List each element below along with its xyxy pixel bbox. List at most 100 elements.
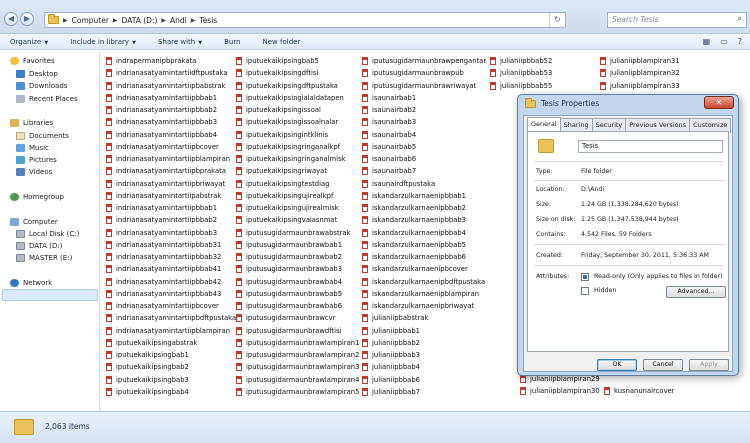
file-item[interactable]: julianiipbbab4 <box>362 361 486 373</box>
file-item[interactable]: iputuekaikipsingtestdiag <box>236 178 359 190</box>
file-item[interactable]: indrianasatyamintartiipbbab31 <box>106 239 236 251</box>
close-button[interactable]: ✕ <box>704 96 734 109</box>
nav-favorites[interactable]: Favorites <box>10 57 55 65</box>
file-item[interactable]: indrianasatyamintartiipabstrak <box>106 190 236 202</box>
file-item[interactable]: indrianasatyamintartiidftpustaka <box>106 67 236 79</box>
file-item[interactable]: indrianasatyamintartiipbriwayat <box>106 178 236 190</box>
file-item[interactable]: indrianasatyamintartiipbbab3 <box>106 227 236 239</box>
file-item[interactable]: iputusugidarmaunbrawlampiran4 <box>236 374 359 386</box>
file-item[interactable]: iputusugidarmaunbrawbab1 <box>236 239 359 251</box>
nav-documents[interactable]: Documents <box>16 132 69 140</box>
search-icon[interactable]: ⌕ <box>737 14 742 24</box>
readonly-checkbox[interactable] <box>581 273 589 281</box>
nav-music[interactable]: Music <box>16 144 49 152</box>
file-item[interactable]: isaunairbab5 <box>362 141 486 153</box>
nav-recent-places[interactable]: Recent Places <box>16 95 78 103</box>
file-item[interactable]: iputusugidarmaunbrawpub <box>362 67 486 79</box>
file-item[interactable]: indrianasatyamintartiipbprakata <box>106 165 236 177</box>
dialog-title-bar[interactable]: Tesis Properties <box>525 97 599 108</box>
nav-network[interactable]: Network <box>10 279 52 287</box>
file-item[interactable]: iputusugidarmaunbrawcvr <box>236 312 359 324</box>
apply-button[interactable]: Apply <box>689 359 729 371</box>
file-item[interactable]: isaunairbab2 <box>362 104 486 116</box>
file-item[interactable]: indrianasatyamintartiipbbab32 <box>106 251 236 263</box>
forward-button[interactable]: ▶ <box>20 12 34 26</box>
new-folder-button[interactable]: New folder <box>263 38 301 46</box>
file-item[interactable]: julianiipbbab3 <box>362 349 486 361</box>
file-item[interactable]: julianiipbabstrak <box>362 312 486 324</box>
file-item[interactable]: iputuekaikipsingbab1 <box>106 349 236 361</box>
file-item[interactable]: iputusugidarmaunbrawbab3 <box>236 263 359 275</box>
refresh-icon[interactable]: ↻ <box>549 13 565 27</box>
preview-pane-icon[interactable]: ▭ <box>720 37 728 46</box>
file-item[interactable]: iputuekaikipsingujirealkpf <box>236 190 359 202</box>
burn-button[interactable]: Burn <box>224 38 240 46</box>
share-with-button[interactable]: Share with ▼ <box>158 38 202 46</box>
file-item[interactable]: indrianasatyamintartiipbbab43 <box>106 288 236 300</box>
file-item[interactable]: julianiipblampiran30 <box>520 385 600 397</box>
file-item[interactable]: iskandarzulkarnaenipbriwayat <box>362 300 486 312</box>
nav-local-disk-c[interactable]: Local Disk (C:) <box>16 230 79 238</box>
file-item[interactable]: indrianasatyamintartiipbbab2 <box>106 104 236 116</box>
advanced-button[interactable]: Advanced... <box>666 286 726 298</box>
file-item[interactable]: iputuekaikipsingbab4 <box>106 386 236 398</box>
file-item[interactable]: indrapermanipbprakata <box>106 55 236 67</box>
breadcrumb-andi[interactable]: Andi <box>170 16 187 25</box>
file-item[interactable]: iputuekaikipsingriwayat <box>236 165 359 177</box>
file-item[interactable]: julianiipbbab1 <box>362 325 486 337</box>
file-item[interactable]: iputusugidarmaunbrawbab2 <box>236 251 359 263</box>
file-item[interactable]: iskandarzulkarnaenipbbab4 <box>362 227 486 239</box>
file-item[interactable]: iskandarzulkarnaenipbdftpustaka <box>362 276 486 288</box>
file-item[interactable]: iputuekaikipsingujirealmisk <box>236 202 359 214</box>
nav-master-drive-e[interactable]: MASTER (E:) <box>16 254 72 262</box>
file-item[interactable]: julianiipbbab7 <box>362 386 486 398</box>
file-item[interactable]: iputuekaikipsingissoalnalar <box>236 116 359 128</box>
file-item[interactable]: julianiipblampiran33 <box>600 80 680 92</box>
file-item[interactable]: indrianasatyamintartiipbbab1 <box>106 202 236 214</box>
help-icon[interactable]: ? <box>738 37 742 46</box>
nav-desktop[interactable]: Desktop <box>16 70 58 78</box>
file-item[interactable]: iputusugidarmaunbrawriwayat <box>362 80 486 92</box>
file-item[interactable]: iskandarzulkarnaenipbcover <box>362 263 486 275</box>
file-item[interactable]: julianiipbbab6 <box>362 374 486 386</box>
file-item[interactable]: indrianasatyamintartiipblampiran <box>106 153 236 165</box>
file-item[interactable]: indrianasatyamintartiipbbab42 <box>106 276 236 288</box>
nav-computer[interactable]: Computer <box>10 218 58 226</box>
file-item[interactable]: julianiipblampiran32 <box>600 67 680 79</box>
file-item[interactable]: indrianasatyamintartiipbbab3 <box>106 116 236 128</box>
file-item[interactable]: iskandarzulkarnaenipbbab2 <box>362 202 486 214</box>
file-item[interactable]: iputuekaikipsingbab3 <box>106 374 236 386</box>
file-item[interactable]: indrianasatyamintartiipbcover <box>106 141 236 153</box>
file-item[interactable]: julianiipbbab2 <box>362 337 486 349</box>
file-item[interactable]: iputusugidarmaunbrawdftisi <box>236 325 359 337</box>
file-item[interactable]: iputusugidarmaunbrawbab6 <box>236 300 359 312</box>
file-item[interactable]: julianiipbbab53 <box>490 67 552 79</box>
file-item[interactable]: iputuekaikipsingringanalmisk <box>236 153 359 165</box>
file-item[interactable]: iputuekaikipsingabstrak <box>106 337 236 349</box>
file-item[interactable]: iskandarzulkarnaenipbbab3 <box>362 214 486 226</box>
file-item[interactable]: iputuekaikipsingbab5 <box>236 55 359 67</box>
organize-button[interactable]: Organize ▼ <box>10 38 48 46</box>
nav-pictures[interactable]: Pictures <box>16 156 57 164</box>
file-item[interactable]: iskandarzulkarnaenipbbab5 <box>362 239 486 251</box>
file-item[interactable]: isaunairbab3 <box>362 116 486 128</box>
file-item[interactable]: indrianasatyamintartiipbbab41 <box>106 263 236 275</box>
view-options-icon[interactable]: ▦ <box>703 37 711 46</box>
file-item[interactable]: iputusugidarmaunbrawabstrak <box>236 227 359 239</box>
file-item[interactable]: indrianasatyamintartiipbdftpustaka <box>106 312 236 324</box>
file-item[interactable]: iputusugidarmaunbrawbab4 <box>236 276 359 288</box>
file-item[interactable]: isaunairbab4 <box>362 129 486 141</box>
breadcrumb-data-drive[interactable]: DATA (D:) <box>122 16 158 25</box>
file-item[interactable]: iputuekaikipsingintklinis <box>236 129 359 141</box>
file-item[interactable]: julianiipblampiran31 <box>600 55 680 67</box>
file-item[interactable]: iputusugidarmaunbrawlampiran5 <box>236 386 359 398</box>
file-item[interactable]: iputuekaikipsingdftisi <box>236 67 359 79</box>
hidden-checkbox[interactable] <box>581 287 589 295</box>
file-item[interactable]: iputuekaikipsingvaiasnmat <box>236 214 359 226</box>
back-button[interactable]: ◀ <box>4 12 18 26</box>
file-item[interactable]: iskandarzulkarnaenipbbab6 <box>362 251 486 263</box>
address-bar[interactable]: ▶ Computer ▶ DATA (D:) ▶ Andi ▶ Tesis ↻ <box>44 12 566 28</box>
cancel-button[interactable]: Cancel <box>643 359 683 371</box>
file-item[interactable]: isaunairbab6 <box>362 153 486 165</box>
file-item[interactable]: iputuekaikipsingdftpustaka <box>236 80 359 92</box>
